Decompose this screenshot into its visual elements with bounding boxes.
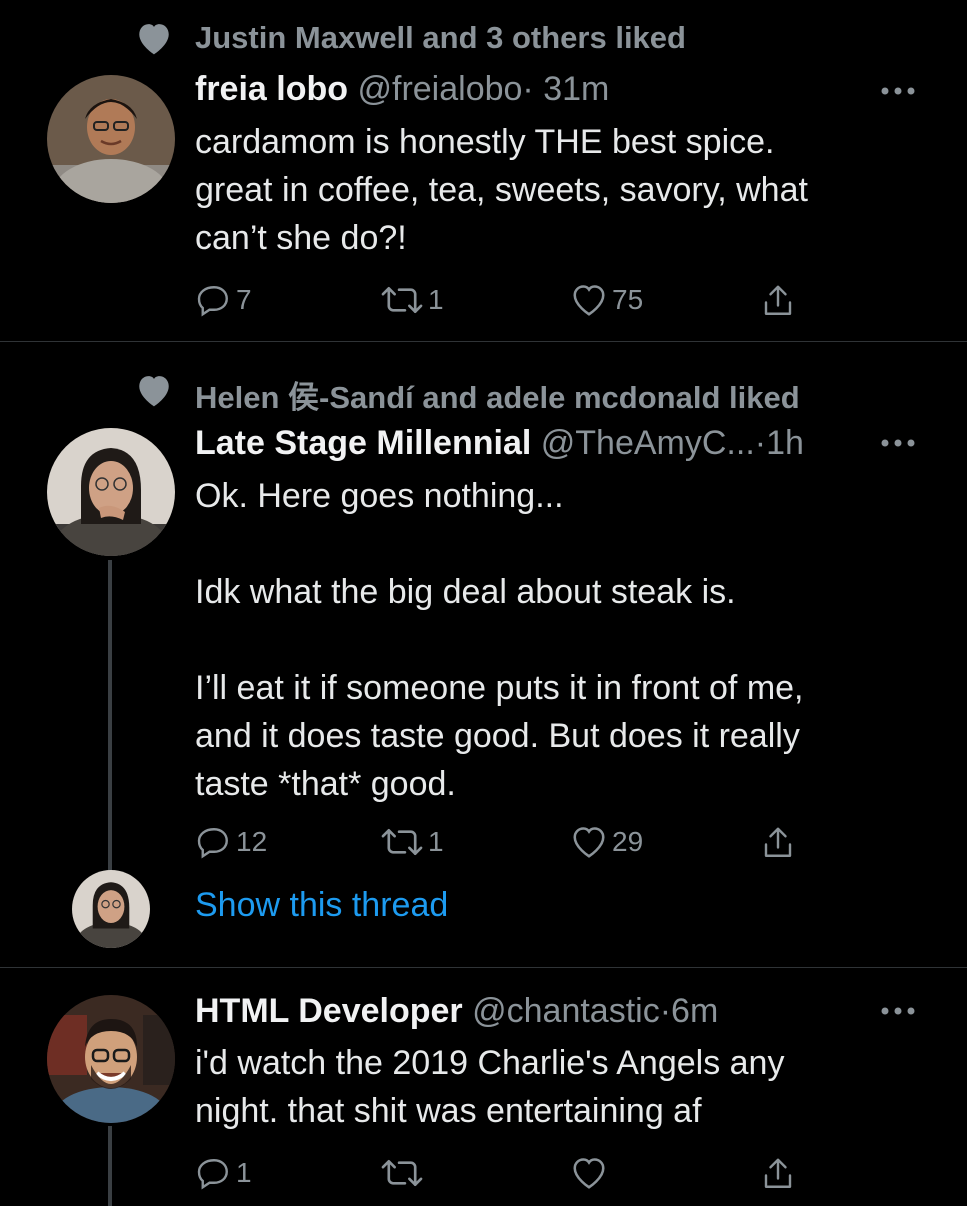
author-name[interactable]: HTML Developer <box>195 992 463 1030</box>
heart-icon <box>139 24 169 55</box>
reply-count: 7 <box>236 284 252 315</box>
retweet-count: 1 <box>428 284 444 315</box>
reply-icon <box>197 286 228 317</box>
tweet-2[interactable]: Helen 侯-Sandí and adele mcdonald liked L… <box>0 342 967 966</box>
share-icon <box>764 1158 792 1188</box>
retweet-button[interactable]: 1 <box>380 282 444 318</box>
heart-icon <box>139 376 169 407</box>
author-handle[interactable]: @freialobo <box>357 70 522 108</box>
share-button[interactable] <box>760 1155 796 1193</box>
more-horizontal-icon[interactable] <box>880 86 916 96</box>
thread-line <box>108 1126 112 1206</box>
reply-button[interactable]: 12 <box>196 824 267 860</box>
reply-icon <box>197 828 228 859</box>
timestamp[interactable]: 31m <box>543 70 609 108</box>
thread-avatar[interactable] <box>72 870 150 948</box>
avatar[interactable] <box>47 995 175 1123</box>
tweet-header: Late Stage Millennial @TheAmyC...·1h <box>195 424 804 463</box>
tweet-header: freia lobo @freialobo· 31m <box>195 70 609 109</box>
author-name[interactable]: freia lobo <box>195 70 348 108</box>
timestamp[interactable]: 6m <box>671 992 718 1030</box>
more-horizontal-icon[interactable] <box>880 438 916 448</box>
retweet-icon <box>381 828 423 856</box>
tweet-text: Ok. Here goes nothing... Idk what the bi… <box>195 477 804 803</box>
social-context: Helen 侯-Sandí and adele mcdonald liked <box>195 380 800 415</box>
like-button[interactable]: 29 <box>570 824 643 860</box>
author-handle[interactable]: @chantastic <box>472 992 660 1030</box>
retweet-button[interactable]: 1 <box>380 824 444 860</box>
avatar[interactable] <box>47 75 175 203</box>
author-handle[interactable]: @TheAmyC... <box>541 424 755 462</box>
heart-outline-icon <box>573 285 605 316</box>
share-icon <box>764 827 792 857</box>
tweet-header: HTML Developer @chantastic·6m <box>195 992 718 1031</box>
retweet-icon <box>381 1159 423 1187</box>
separator-dot: · <box>659 992 672 1030</box>
share-icon <box>764 285 792 315</box>
tweet-1[interactable]: Justin Maxwell and 3 others liked freia … <box>0 0 967 340</box>
retweet-button[interactable] <box>380 1155 428 1191</box>
heart-outline-icon <box>573 1158 605 1189</box>
like-count: 29 <box>612 826 644 857</box>
separator-dot: · <box>754 424 767 462</box>
retweet-icon <box>381 286 423 314</box>
timestamp[interactable]: 1h <box>766 424 804 462</box>
like-button[interactable]: 75 <box>570 282 643 318</box>
social-context: Justin Maxwell and 3 others liked <box>195 20 686 55</box>
more-horizontal-icon[interactable] <box>880 1006 916 1016</box>
tweet-3[interactable]: HTML Developer @chantastic·6m i'd watch … <box>0 968 967 1206</box>
reply-count: 1 <box>236 1157 252 1188</box>
share-button[interactable] <box>760 282 796 320</box>
reply-button[interactable]: 1 <box>196 1155 252 1191</box>
heart-outline-icon <box>573 827 605 858</box>
like-button[interactable] <box>570 1155 612 1191</box>
avatar[interactable] <box>47 428 175 556</box>
reply-icon <box>197 1159 228 1190</box>
reply-button[interactable]: 7 <box>196 282 252 318</box>
tweet-text: cardamom is honestly THE best spice. gre… <box>195 123 808 257</box>
tweet-text: i'd watch the 2019 Charlie's Angels any … <box>195 1044 785 1130</box>
like-count: 75 <box>612 284 644 315</box>
separator-dot: · <box>522 70 534 108</box>
author-name[interactable]: Late Stage Millennial <box>195 424 531 462</box>
thread-line <box>108 560 112 880</box>
reply-count: 12 <box>236 826 268 857</box>
show-thread-link[interactable]: Show this thread <box>195 886 448 925</box>
retweet-count: 1 <box>428 826 444 857</box>
share-button[interactable] <box>760 824 796 862</box>
